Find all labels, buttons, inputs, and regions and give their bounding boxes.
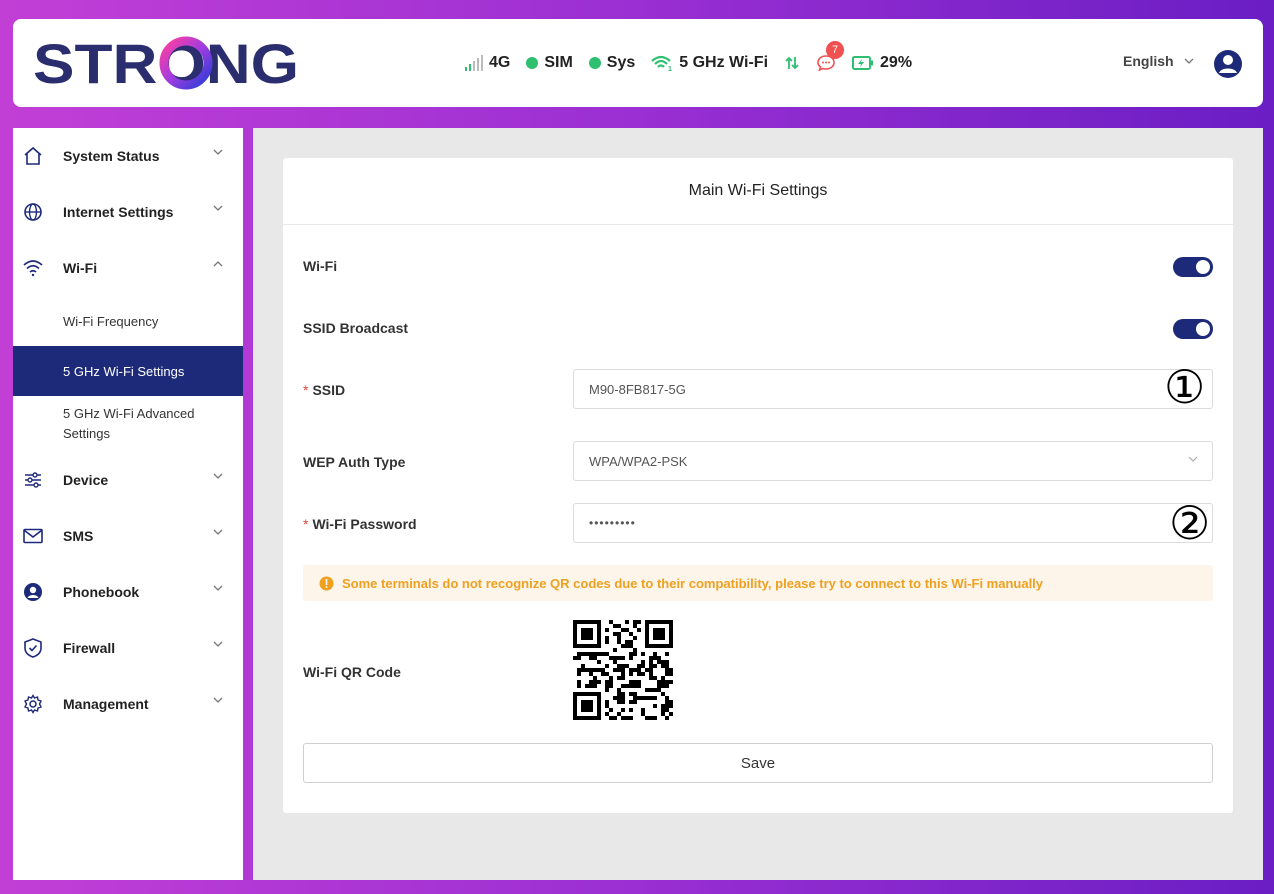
required-asterisk: *	[303, 382, 309, 398]
sidebar-item-device[interactable]: Device	[13, 452, 243, 508]
ssid-label-text: SSID	[312, 382, 346, 398]
up-down-arrows-icon	[785, 56, 799, 70]
mail-icon	[23, 526, 43, 546]
chevron-down-icon	[213, 149, 223, 155]
message-bubble-icon[interactable]: 7	[816, 41, 845, 73]
ssid-broadcast-toggle[interactable]	[1173, 319, 1213, 339]
auth-type-select[interactable]: WPA/WPA2-PSK	[573, 441, 1213, 481]
network-type: 4G	[489, 54, 511, 71]
sim-label: SIM	[544, 54, 573, 71]
wifi-band-label: 5 GHz Wi-Fi	[679, 54, 769, 71]
chevron-down-icon	[213, 529, 223, 535]
auth-type-value: WPA/WPA2-PSK	[589, 453, 688, 469]
alert-text: Some terminals do not recognize QR codes…	[342, 575, 1044, 591]
wifi-status-icon: 1	[651, 55, 672, 71]
sliders-icon	[23, 470, 43, 490]
chevron-down-icon	[213, 585, 223, 591]
chevron-down-icon	[1184, 58, 1194, 64]
sidebar-item-wifi[interactable]: Wi-Fi	[13, 240, 243, 296]
chevron-down-icon	[1188, 456, 1198, 462]
sidebar-subitem-label: 5 GHz Wi-Fi Advanced Settings	[63, 406, 195, 441]
password-label-text: Wi-Fi Password	[312, 516, 417, 532]
sidebar-subitem-5ghz-wifi-advanced-settings[interactable]: 5 GHz Wi-Fi Advanced Settings	[13, 396, 243, 452]
sidebar-item-label: Phonebook	[63, 584, 140, 600]
sidebar-item-label: Firewall	[63, 640, 116, 656]
sidebar-item-label: Internet Settings	[63, 204, 174, 220]
sidebar-item-internet-settings[interactable]: Internet Settings	[13, 184, 243, 240]
card-title: Main Wi-Fi Settings	[283, 158, 1233, 225]
sys-status: Sys	[588, 54, 636, 72]
chevron-down-icon	[213, 641, 223, 647]
signal-bars-icon	[465, 55, 483, 71]
shield-icon	[23, 638, 43, 658]
toggle-knob	[1196, 260, 1210, 274]
save-button[interactable]: Save	[303, 743, 1213, 783]
annotation-marker-2: ②	[1169, 496, 1211, 550]
user-avatar-icon[interactable]	[1213, 49, 1243, 84]
wifi-qr-code	[573, 620, 673, 720]
contact-icon	[23, 582, 43, 602]
gear-icon	[23, 694, 43, 714]
svg-text:1: 1	[668, 66, 672, 71]
toggle-knob	[1196, 322, 1210, 336]
sidebar-item-management[interactable]: Management	[13, 676, 243, 732]
strong-logo[interactable]: STRONG	[33, 32, 303, 98]
warning-circle-icon	[319, 576, 334, 590]
language-label: English	[1123, 53, 1174, 69]
password-input[interactable]: •••••••••	[573, 503, 1213, 543]
qr-compatibility-alert: Some terminals do not recognize QR codes…	[303, 565, 1213, 601]
password-masked-value: •••••••••	[589, 516, 636, 530]
ssid-label: * SSID	[303, 382, 345, 398]
sidebar-item-label: Management	[63, 696, 149, 712]
auth-type-label: WEP Auth Type	[303, 454, 406, 470]
password-label: * Wi-Fi Password	[303, 516, 417, 532]
battery-charging-icon	[852, 56, 874, 70]
sidebar-nav: System Status Internet Settings Wi-Fi Wi…	[13, 128, 243, 880]
sidebar-item-label: SMS	[63, 528, 94, 544]
sys-status-dot-icon	[588, 57, 601, 69]
sidebar-item-firewall[interactable]: Firewall	[13, 620, 243, 676]
sidebar-item-label: Device	[63, 472, 109, 488]
wifi-label: Wi-Fi	[303, 258, 338, 274]
signal-status: 4G	[465, 54, 510, 72]
home-icon	[23, 146, 43, 166]
battery-percent: 29%	[880, 54, 913, 71]
sidebar-item-label: System Status	[63, 148, 160, 164]
ssid-broadcast-label: SSID Broadcast	[303, 320, 409, 336]
sidebar-item-phonebook[interactable]: Phonebook	[13, 564, 243, 620]
sidebar-item-sms[interactable]: SMS	[13, 508, 243, 564]
ssid-input[interactable]	[573, 369, 1213, 409]
chevron-down-icon	[213, 205, 223, 211]
top-header: STRONG 4G SIM Sys 1 5 GHz Wi-Fi 7 29% En…	[13, 19, 1263, 107]
sidebar-item-system-status[interactable]: System Status	[13, 128, 243, 184]
status-bar: 4G SIM Sys 1 5 GHz Wi-Fi 7 29%	[465, 19, 912, 107]
required-asterisk: *	[303, 516, 309, 532]
language-select[interactable]: English	[1123, 53, 1194, 69]
messages-status[interactable]: 7	[816, 41, 845, 73]
chevron-down-icon	[213, 697, 223, 703]
sim-status-dot-icon	[526, 57, 539, 69]
message-count-badge: 7	[826, 41, 845, 59]
sidebar-subitem-wifi-frequency[interactable]: Wi-Fi Frequency	[13, 296, 243, 346]
sim-status: SIM	[526, 54, 573, 72]
wifi-toggle[interactable]	[1173, 257, 1213, 277]
qr-code-label: Wi-Fi QR Code	[303, 664, 401, 680]
battery-status: 29%	[852, 54, 912, 72]
wifi-settings-card: Main Wi-Fi Settings Wi-Fi SSID Broadcast…	[283, 158, 1233, 813]
wifi-status: 1 5 GHz Wi-Fi	[651, 54, 768, 72]
sidebar-subitem-5ghz-wifi-settings[interactable]: 5 GHz Wi-Fi Settings	[13, 346, 243, 396]
data-transfer-status	[784, 55, 800, 71]
chevron-down-icon	[213, 473, 223, 479]
chevron-up-icon	[213, 261, 223, 267]
wifi-icon	[23, 258, 43, 278]
annotation-marker-1: ①	[1164, 360, 1206, 414]
sys-label: Sys	[606, 54, 636, 71]
globe-icon	[23, 202, 43, 222]
sidebar-item-label: Wi-Fi	[63, 260, 98, 276]
